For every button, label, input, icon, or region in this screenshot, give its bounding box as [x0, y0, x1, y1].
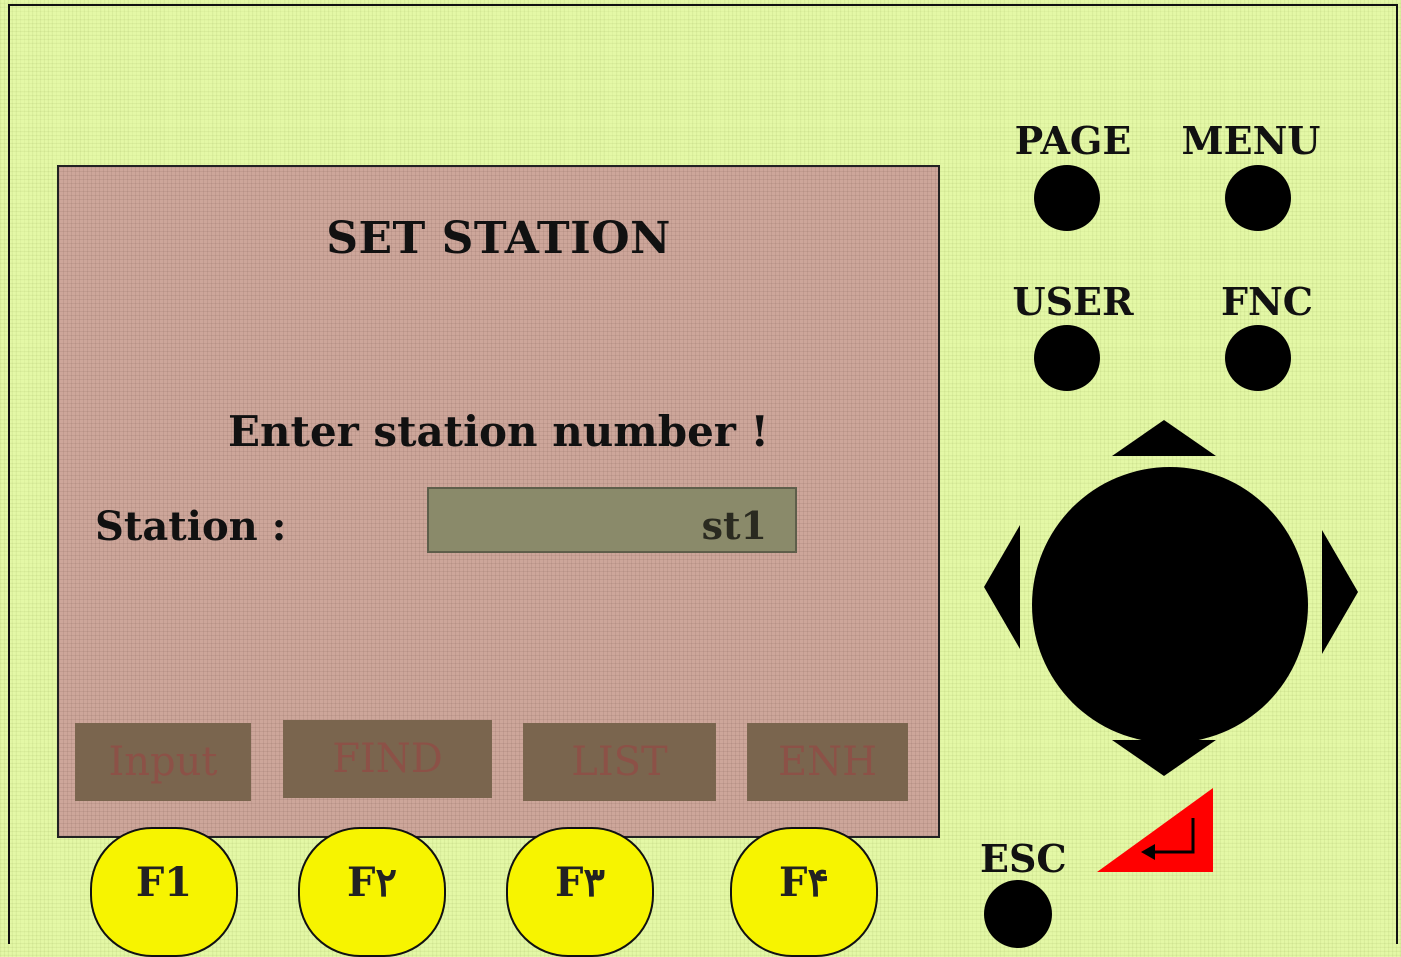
esc-button[interactable] — [984, 880, 1052, 948]
softkey-enh[interactable]: ENH — [747, 723, 908, 801]
softkey-find[interactable]: FIND — [283, 720, 492, 798]
f4-key[interactable]: F۴ — [730, 827, 878, 957]
f3-key[interactable]: F۳ — [506, 827, 654, 957]
arrow-up-icon[interactable] — [1112, 420, 1216, 456]
screen-title: SET STATION — [326, 213, 671, 264]
user-label: USER — [1012, 279, 1134, 324]
arrow-down-icon[interactable] — [1112, 740, 1216, 776]
fnc-label: FNC — [1221, 279, 1313, 324]
esc-label: ESC — [980, 836, 1067, 881]
page-label: PAGE — [1014, 118, 1132, 163]
f1-key[interactable]: F1 — [90, 827, 238, 957]
arrow-right-icon[interactable] — [1322, 530, 1358, 654]
page-button[interactable] — [1034, 165, 1100, 231]
f2-key[interactable]: F۲ — [298, 827, 446, 957]
fnc-button[interactable] — [1225, 325, 1291, 391]
user-button[interactable] — [1034, 325, 1100, 391]
navigation-pad[interactable] — [1032, 467, 1308, 743]
menu-button[interactable] — [1225, 165, 1291, 231]
prompt-text: Enter station number ! — [228, 407, 769, 456]
softkey-input[interactable]: Input — [75, 723, 251, 801]
menu-label: MENU — [1181, 118, 1321, 163]
enter-key-icon[interactable] — [1095, 788, 1215, 874]
softkey-list[interactable]: LIST — [523, 723, 716, 801]
lcd-screen: SET STATION Enter station number ! Stati… — [57, 165, 940, 838]
arrow-left-icon[interactable] — [984, 525, 1020, 649]
station-label: Station : — [95, 503, 287, 550]
station-input[interactable] — [427, 487, 797, 553]
